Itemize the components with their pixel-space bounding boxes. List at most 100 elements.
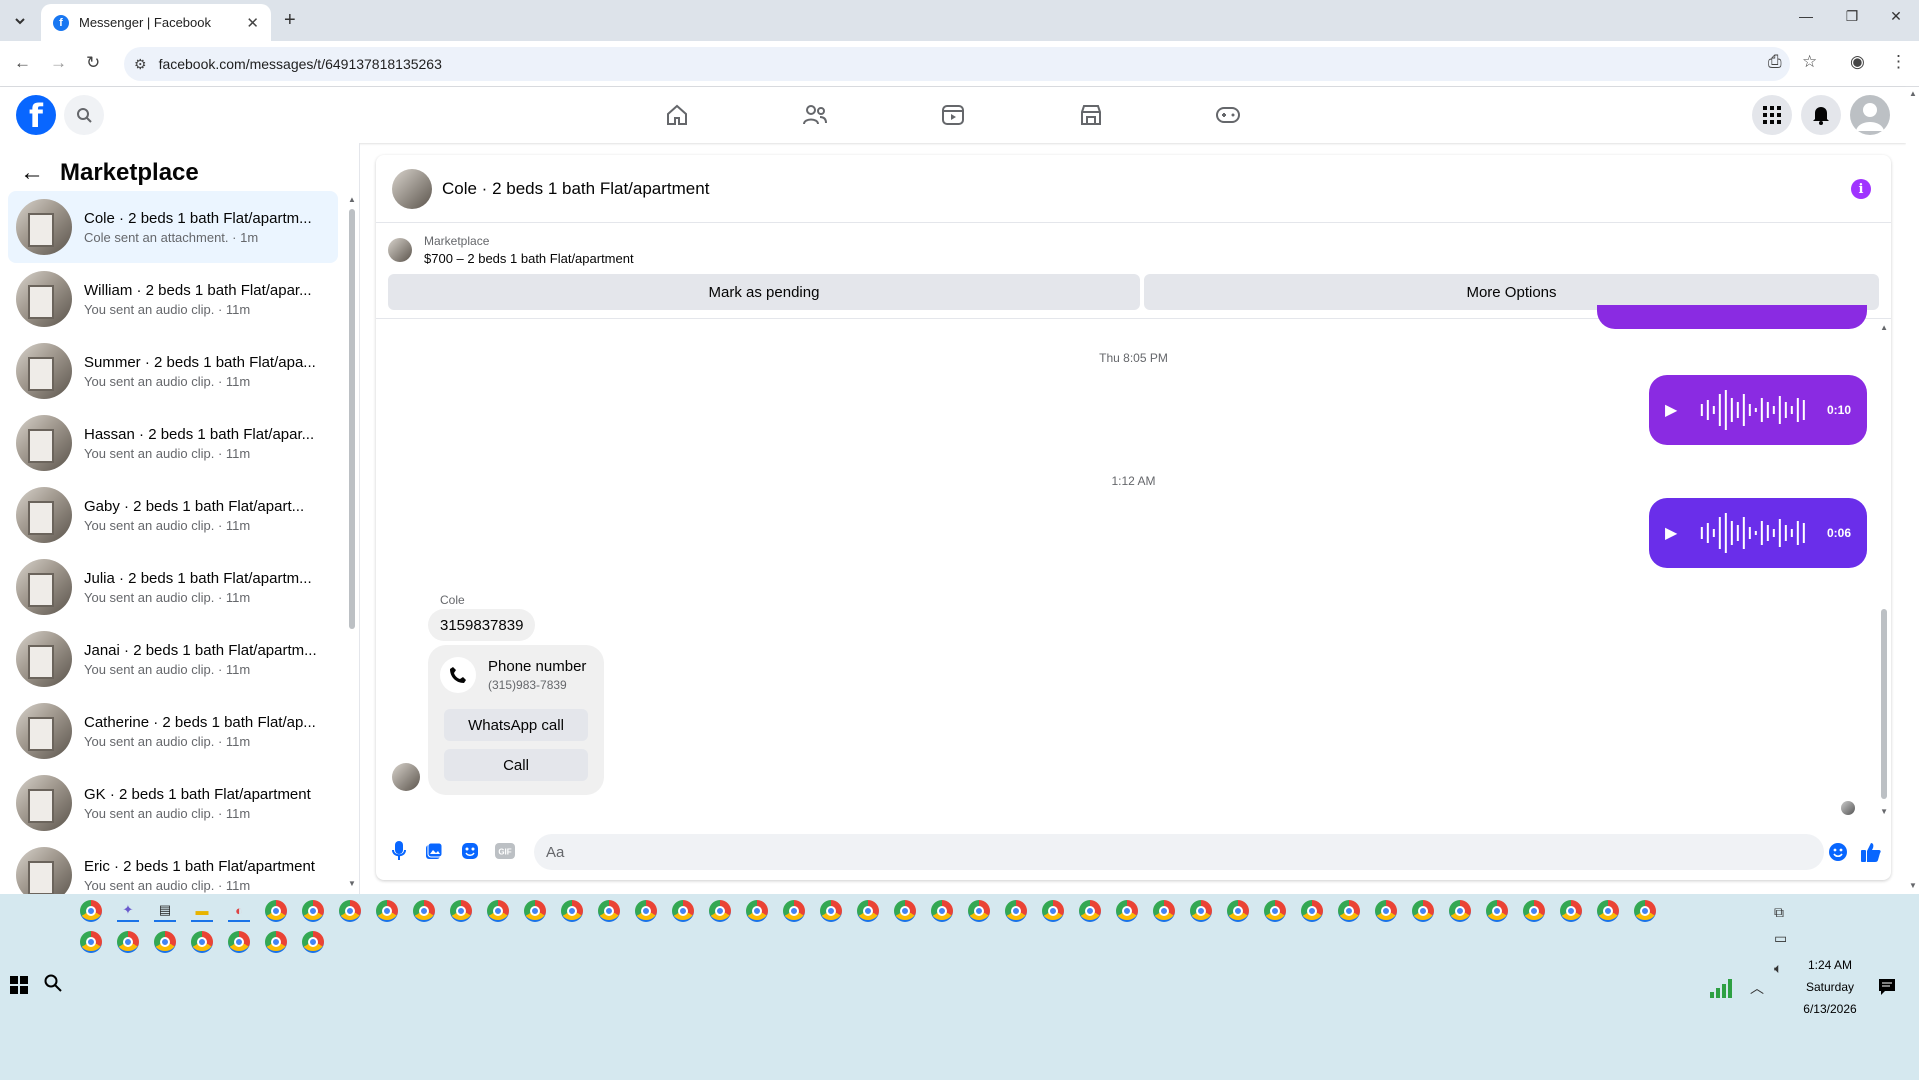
video-icon[interactable] <box>939 101 967 129</box>
thumbs-up-icon[interactable] <box>1858 840 1884 864</box>
chat-title[interactable]: Cole · 2 beds 1 bath Flat/apartment <box>442 179 709 199</box>
new-tab-plus-icon[interactable]: + <box>284 9 296 32</box>
scroll-down-arrow-icon[interactable]: ▼ <box>348 879 356 888</box>
whatsapp-call-button[interactable]: WhatsApp call <box>444 709 588 741</box>
chrome-taskbar-icon[interactable] <box>857 900 879 922</box>
gaming-icon[interactable] <box>1214 101 1242 129</box>
chrome-taskbar-icon[interactable] <box>450 900 472 922</box>
chrome-taskbar-icon[interactable] <box>339 900 361 922</box>
chrome-taskbar-icon[interactable] <box>1375 900 1397 922</box>
volume-icon[interactable]: 🔈︎ <box>1774 960 1782 977</box>
gif-icon[interactable]: GIF <box>494 840 516 862</box>
photo-icon[interactable] <box>423 840 445 862</box>
scroll-up-arrow-icon[interactable]: ▲ <box>1909 89 1917 98</box>
play-icon[interactable]: ▶ <box>1665 400 1677 420</box>
browser-tab-messenger[interactable]: f Messenger | Facebook ✕ <box>41 4 271 41</box>
chrome-taskbar-icon[interactable] <box>635 900 657 922</box>
chrome-taskbar-icon[interactable] <box>672 900 694 922</box>
conversation-item[interactable]: Cole · 2 beds 1 bath Flat/apartm... Cole … <box>8 191 338 263</box>
info-icon[interactable]: i <box>1851 179 1871 199</box>
listing-price[interactable]: $700 – 2 beds 1 bath Flat/apartment <box>424 251 634 266</box>
chrome-taskbar-icon[interactable] <box>1190 900 1212 922</box>
forward-arrow-icon[interactable]: → <box>50 53 67 73</box>
tab-close-icon[interactable]: ✕ <box>246 14 259 32</box>
chrome-taskbar-icon[interactable] <box>1486 900 1508 922</box>
chrome-taskbar-icon[interactable] <box>709 900 731 922</box>
chrome-taskbar-icon[interactable] <box>1634 900 1656 922</box>
phone-message-bubble[interactable]: 3159837839 <box>428 609 536 641</box>
mark-as-pending-button[interactable]: Mark as pending <box>388 274 1140 310</box>
notepad-taskbar-icon[interactable]: ▤ <box>154 900 176 922</box>
chrome-taskbar-icon[interactable] <box>191 931 213 953</box>
conversation-item[interactable]: Catherine · 2 beds 1 bath Flat/ap... You … <box>8 695 338 767</box>
chrome-taskbar-icon[interactable] <box>302 931 324 953</box>
chrome-taskbar-icon[interactable] <box>228 931 250 953</box>
emoji-icon[interactable] <box>1826 840 1850 864</box>
menu-grid-icon[interactable] <box>1752 95 1792 135</box>
chrome-taskbar-icon[interactable] <box>265 931 287 953</box>
tray-app-icon[interactable]: ⧉ <box>1774 904 1784 921</box>
chrome-taskbar-icon[interactable] <box>1412 900 1434 922</box>
chrome-taskbar-icon[interactable] <box>561 900 583 922</box>
account-avatar[interactable] <box>1850 95 1890 135</box>
back-arrow-icon[interactable]: ← <box>20 159 44 187</box>
tray-display-icon[interactable]: ▭ <box>1774 930 1787 947</box>
windows-start-icon[interactable] <box>10 976 28 994</box>
conversation-item[interactable]: Hassan · 2 beds 1 bath Flat/apar... You s… <box>8 407 338 479</box>
folder-taskbar-icon[interactable]: ▬ <box>191 900 213 922</box>
chrome-taskbar-icon[interactable] <box>1227 900 1249 922</box>
play-icon[interactable]: ▶ <box>1665 523 1677 543</box>
notifications-bell-icon[interactable] <box>1801 95 1841 135</box>
paint-taskbar-icon[interactable]: ◐ <box>228 900 250 922</box>
scroll-up-arrow-icon[interactable]: ▲ <box>348 195 356 204</box>
network-signal-icon[interactable] <box>1708 978 1732 1001</box>
chrome-taskbar-icon[interactable] <box>783 900 805 922</box>
scroll-down-arrow-icon[interactable]: ▼ <box>1909 881 1917 890</box>
back-arrow-icon[interactable]: ← <box>14 53 31 73</box>
chrome-taskbar-icon[interactable] <box>746 900 768 922</box>
chrome-taskbar-icon[interactable] <box>598 900 620 922</box>
bookmark-star-icon[interactable]: ☆ <box>1802 52 1817 72</box>
scroll-up-arrow-icon[interactable]: ▲ <box>1880 323 1888 332</box>
conversation-item[interactable]: Julia · 2 beds 1 bath Flat/apartm... You … <box>8 551 338 623</box>
chrome-taskbar-icon[interactable] <box>1079 900 1101 922</box>
restore-icon[interactable]: ❐ <box>1832 8 1872 25</box>
browser-menu-icon[interactable]: ⋮ <box>1890 52 1907 72</box>
chrome-taskbar-icon[interactable] <box>154 931 176 953</box>
chrome-taskbar-icon[interactable] <box>413 900 435 922</box>
chrome-taskbar-icon[interactable] <box>1264 900 1286 922</box>
home-icon[interactable] <box>663 101 691 129</box>
copilot-taskbar-icon[interactable]: ✦ <box>117 900 139 922</box>
chrome-taskbar-icon[interactable] <box>1042 900 1064 922</box>
message-input[interactable]: Aa <box>534 834 1824 870</box>
chrome-taskbar-icon[interactable] <box>487 900 509 922</box>
chrome-taskbar-icon[interactable] <box>1005 900 1027 922</box>
chrome-taskbar-icon[interactable] <box>117 931 139 953</box>
chat-scrollbar[interactable] <box>1881 609 1887 799</box>
chrome-taskbar-icon[interactable] <box>1338 900 1360 922</box>
facebook-search-button[interactable] <box>64 95 104 135</box>
chrome-taskbar-icon[interactable] <box>820 900 842 922</box>
microphone-icon[interactable] <box>388 840 410 862</box>
chrome-taskbar-icon[interactable] <box>80 900 102 922</box>
conversation-item[interactable]: GK · 2 beds 1 bath Flat/apartment You sen… <box>8 767 338 839</box>
facebook-logo-icon[interactable]: f <box>16 95 56 135</box>
profile-icon[interactable]: ◉ <box>1850 52 1865 72</box>
page-scrollbar[interactable]: ▲ ▼ <box>1906 87 1919 894</box>
conversation-item[interactable]: Janai · 2 beds 1 bath Flat/apartm... You … <box>8 623 338 695</box>
chrome-taskbar-icon[interactable] <box>894 900 916 922</box>
marketplace-icon[interactable] <box>1077 101 1105 129</box>
conversation-item[interactable]: William · 2 beds 1 bath Flat/apar... You … <box>8 263 338 335</box>
conversation-item[interactable]: Summer · 2 beds 1 bath Flat/apa... You se… <box>8 335 338 407</box>
chrome-taskbar-icon[interactable] <box>931 900 953 922</box>
chrome-taskbar-icon[interactable] <box>302 900 324 922</box>
chrome-taskbar-icon[interactable] <box>1560 900 1582 922</box>
chrome-taskbar-icon[interactable] <box>1116 900 1138 922</box>
chrome-taskbar-icon[interactable] <box>524 900 546 922</box>
sidebar-scrollbar[interactable] <box>349 209 355 629</box>
show-hidden-icons-chevron-icon[interactable]: ︿ <box>1750 978 1764 998</box>
conversation-item[interactable]: Gaby · 2 beds 1 bath Flat/apart... You se… <box>8 479 338 551</box>
sticker-icon[interactable] <box>459 840 481 862</box>
call-button[interactable]: Call <box>444 749 588 781</box>
chrome-taskbar-icon[interactable] <box>1597 900 1619 922</box>
